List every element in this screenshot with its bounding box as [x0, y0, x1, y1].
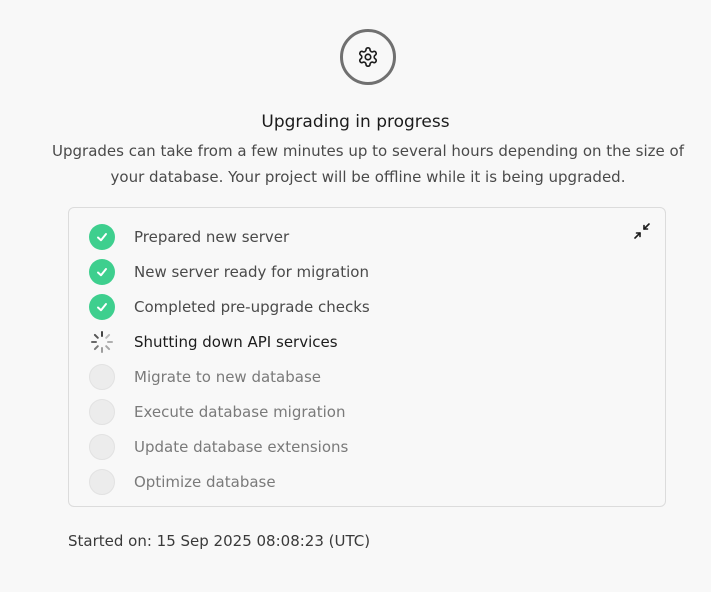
step-item: Migrate to new database	[89, 359, 370, 394]
step-label: Completed pre-upgrade checks	[134, 297, 370, 316]
step-label: New server ready for migration	[134, 262, 369, 281]
pending-circle-icon	[89, 398, 115, 425]
collapse-button[interactable]	[633, 222, 651, 240]
pending-circle-icon	[89, 363, 115, 390]
step-item: Prepared new server	[89, 219, 370, 254]
spinner-icon	[91, 330, 113, 353]
step-item: Update database extensions	[89, 429, 370, 464]
step-item: Completed pre-upgrade checks	[89, 289, 370, 324]
step-label: Prepared new server	[134, 227, 290, 246]
step-item: Shutting down API services	[89, 324, 370, 359]
page-title: Upgrading in progress	[261, 112, 450, 132]
started-on-timestamp: Started on: 15 Sep 2025 08:08:23 (UTC)	[68, 532, 371, 550]
pending-circle-icon	[89, 468, 115, 495]
gear-icon	[358, 47, 378, 67]
step-label: Optimize database	[134, 472, 276, 491]
step-item: New server ready for migration	[89, 254, 370, 289]
page-description: Upgrades can take from a few minutes up …	[52, 142, 684, 186]
step-item: Optimize database	[89, 464, 370, 499]
check-circle-icon	[89, 258, 115, 285]
step-label: Execute database migration	[134, 402, 346, 421]
step-label: Migrate to new database	[134, 367, 322, 386]
step-label: Update database extensions	[134, 437, 349, 456]
collapse-arrows-icon	[634, 223, 650, 239]
upgrade-steps-panel: Prepared new server New server ready for…	[68, 207, 666, 507]
check-circle-icon	[89, 223, 115, 250]
upgrade-steps-list: Prepared new server New server ready for…	[89, 219, 370, 499]
pending-circle-icon	[89, 433, 115, 460]
gear-icon-badge	[340, 29, 396, 85]
step-item: Execute database migration	[89, 394, 370, 429]
check-circle-icon	[89, 293, 115, 320]
step-label: Shutting down API services	[134, 332, 338, 351]
